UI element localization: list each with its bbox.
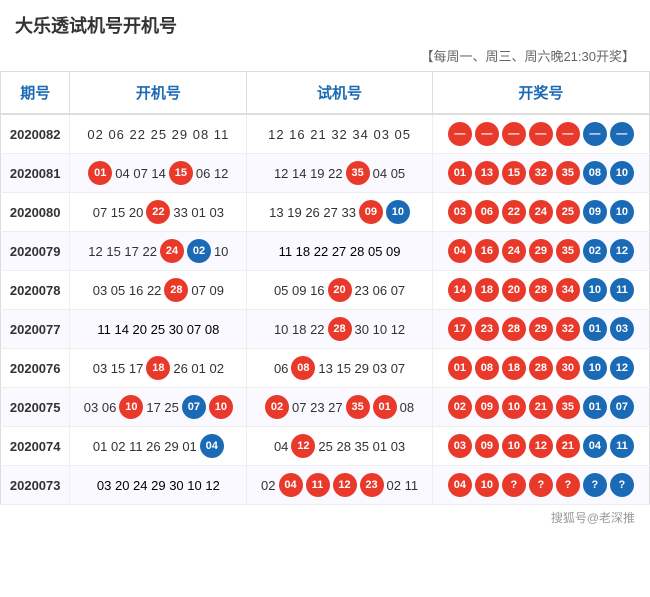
kaijihao-cell: 03 20 24 29 30 10 12 xyxy=(70,466,247,505)
shijihao-cell: 02 07 23 27 3501 08 xyxy=(247,388,433,427)
table-row: 202008007 15 20 22 33 01 0313 19 26 27 3… xyxy=(1,193,650,232)
period-cell: 2020074 xyxy=(1,427,70,466)
shijihao-cell: 02 04111223 02 11 xyxy=(247,466,433,505)
kaijihao-cell: 01 04 07 14 15 06 12 xyxy=(70,154,247,193)
table-row: 202007803 05 16 22 28 07 0905 09 16 20 2… xyxy=(1,271,650,310)
kaijianghao-cell: 04162429350212 xyxy=(432,232,649,271)
period-cell: 2020080 xyxy=(1,193,70,232)
kaijihao-cell: 07 15 20 22 33 01 03 xyxy=(70,193,247,232)
kaijianghao-cell: 02091021350107 xyxy=(432,388,649,427)
shijihao-cell: 10 18 22 28 30 10 12 xyxy=(247,310,433,349)
shijihao-cell: 12 14 19 22 35 04 05 xyxy=(247,154,433,193)
kaijianghao-cell: 03091012210411 xyxy=(432,427,649,466)
table-row: 202007912 15 17 22 2402 1011 18 22 27 28… xyxy=(1,232,650,271)
col-shijihao: 试机号 xyxy=(247,72,433,115)
period-cell: 2020078 xyxy=(1,271,70,310)
table-row: 202007401 02 11 26 29 01 0404 12 25 28 3… xyxy=(1,427,650,466)
col-kaijihao: 开机号 xyxy=(70,72,247,115)
kaijianghao-cell: ——————— xyxy=(432,114,649,154)
watermark: 搜狐号@老深推 xyxy=(0,505,650,530)
table-row: 202007603 15 17 18 26 01 0206 08 13 15 2… xyxy=(1,349,650,388)
kaijianghao-cell: 03062224250910 xyxy=(432,193,649,232)
kaijianghao-cell: 01131532350810 xyxy=(432,154,649,193)
kaijihao-cell: 03 05 16 22 28 07 09 xyxy=(70,271,247,310)
col-period: 期号 xyxy=(1,72,70,115)
table-row: 202008101 04 07 14 15 06 1212 14 19 22 3… xyxy=(1,154,650,193)
period-cell: 2020076 xyxy=(1,349,70,388)
period-cell: 2020075 xyxy=(1,388,70,427)
table-row: 202007303 20 24 29 30 10 1202 04111223 0… xyxy=(1,466,650,505)
lottery-table: 期号 开机号 试机号 开奖号 202008202 06 22 25 29 08 … xyxy=(0,71,650,505)
period-cell: 2020079 xyxy=(1,232,70,271)
page-title: 大乐透试机号开机号 xyxy=(0,0,650,42)
kaijihao-cell: 03 15 17 18 26 01 02 xyxy=(70,349,247,388)
col-kaijianghao: 开奖号 xyxy=(432,72,649,115)
shijihao-cell: 06 08 13 15 29 03 07 xyxy=(247,349,433,388)
kaijihao-cell: 02 06 22 25 29 08 11 xyxy=(70,114,247,154)
period-cell: 2020082 xyxy=(1,114,70,154)
shijihao-cell: 05 09 16 20 23 06 07 xyxy=(247,271,433,310)
table-row: 202007711 14 20 25 30 07 0810 18 22 28 3… xyxy=(1,310,650,349)
period-cell: 2020073 xyxy=(1,466,70,505)
kaijianghao-cell: 17232829320103 xyxy=(432,310,649,349)
table-row: 202007503 06 10 17 25 071002 07 23 27 35… xyxy=(1,388,650,427)
period-cell: 2020081 xyxy=(1,154,70,193)
kaijianghao-cell: 01081828301012 xyxy=(432,349,649,388)
kaijihao-cell: 11 14 20 25 30 07 08 xyxy=(70,310,247,349)
schedule-note: 【每周一、周三、周六晚21:30开奖】 xyxy=(0,42,650,71)
kaijianghao-cell: 14182028341011 xyxy=(432,271,649,310)
shijihao-cell: 13 19 26 27 33 0910 xyxy=(247,193,433,232)
table-header-row: 期号 开机号 试机号 开奖号 xyxy=(1,72,650,115)
period-cell: 2020077 xyxy=(1,310,70,349)
kaijihao-cell: 03 06 10 17 25 0710 xyxy=(70,388,247,427)
shijihao-cell: 04 12 25 28 35 01 03 xyxy=(247,427,433,466)
shijihao-cell: 11 18 22 27 28 05 09 xyxy=(247,232,433,271)
kaijihao-cell: 12 15 17 22 2402 10 xyxy=(70,232,247,271)
kaijianghao-cell: 0410????? xyxy=(432,466,649,505)
kaijihao-cell: 01 02 11 26 29 01 04 xyxy=(70,427,247,466)
shijihao-cell: 12 16 21 32 34 03 05 xyxy=(247,114,433,154)
table-row: 202008202 06 22 25 29 08 1112 16 21 32 3… xyxy=(1,114,650,154)
